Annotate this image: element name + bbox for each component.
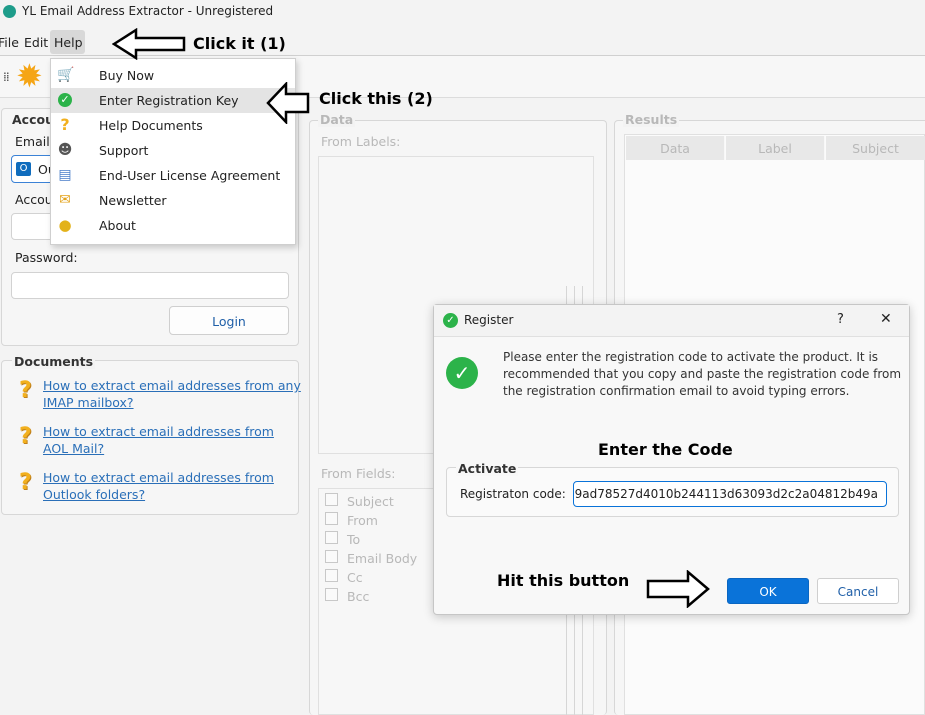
success-check-icon: ✓ xyxy=(446,357,478,389)
menu-item-about[interactable]: ● About xyxy=(51,213,295,238)
field-checkbox-from[interactable] xyxy=(325,512,338,525)
account-group-title: Accou xyxy=(12,112,54,127)
field-checkbox-subject[interactable] xyxy=(325,493,338,506)
field-checkbox-to[interactable] xyxy=(325,531,338,544)
password-label: Password: xyxy=(15,250,78,265)
registration-code-input[interactable]: b09ad78527d4010b244113d63093d2c2a04812b4… xyxy=(573,481,887,507)
annotation-arrow-left-icon xyxy=(112,28,186,60)
annotation-enter-code: Enter the Code xyxy=(598,440,733,459)
newsletter-icon: ✉ xyxy=(59,192,71,208)
gear-icon[interactable]: ✹ xyxy=(16,58,43,94)
annotation-arrow-right-icon xyxy=(646,570,710,608)
field-label-to: To xyxy=(347,532,361,547)
ok-button[interactable]: OK xyxy=(727,578,809,604)
registration-code-label: Registraton code: xyxy=(460,487,566,501)
question-icon: ? xyxy=(19,424,32,449)
field-label-subject: Subject xyxy=(347,494,394,509)
app-logo-icon xyxy=(3,5,16,18)
results-title: Results xyxy=(623,112,680,127)
info-icon: ● xyxy=(58,216,72,234)
question-icon: ? xyxy=(19,470,32,495)
annotation-arrow-left-icon xyxy=(266,82,310,124)
data-title: Data xyxy=(318,112,356,127)
from-labels-label: From Labels: xyxy=(321,134,401,149)
field-checkbox-body[interactable] xyxy=(325,550,338,563)
menu-file[interactable]: File xyxy=(0,35,19,50)
toolbar-grip-icon[interactable]: ⁞⁞ xyxy=(3,70,10,84)
menu-item-support[interactable]: ☻ Support xyxy=(51,138,295,163)
license-icon: ▤ xyxy=(58,167,72,183)
field-label-bcc: Bcc xyxy=(347,589,370,604)
field-checkbox-cc[interactable] xyxy=(325,569,338,582)
annotation-hit-button: Hit this button xyxy=(497,571,630,590)
outlook-icon: O xyxy=(16,162,31,176)
field-label-cc: Cc xyxy=(347,570,363,585)
doc-link-imap[interactable]: How to extract email addresses from any … xyxy=(43,377,301,411)
menu-item-enter-registration-key[interactable]: ✓ Enter Registration Key xyxy=(51,88,295,113)
results-col-subject[interactable]: Subject xyxy=(826,136,925,160)
password-input[interactable] xyxy=(11,272,289,299)
question-icon: ? xyxy=(60,115,70,134)
dialog-close-button[interactable]: ✕ xyxy=(880,311,892,327)
menu-help[interactable]: Help xyxy=(50,30,85,54)
support-icon: ☻ xyxy=(57,142,73,158)
login-button[interactable]: Login xyxy=(169,306,289,335)
dialog-help-button[interactable]: ? xyxy=(837,312,844,327)
check-circle-icon: ✓ xyxy=(58,93,72,107)
menu-item-buy-now[interactable]: 🛒 Buy Now xyxy=(51,63,295,88)
dialog-message: Please enter the registration code to ac… xyxy=(503,350,902,398)
menu-item-newsletter[interactable]: ✉ Newsletter xyxy=(51,188,295,213)
account-label: Accou xyxy=(15,192,53,207)
menu-edit[interactable]: Edit xyxy=(24,35,48,50)
question-icon: ? xyxy=(19,378,32,403)
field-label-body: Email Body xyxy=(347,551,418,566)
results-col-label[interactable]: Label xyxy=(726,136,825,160)
register-dialog: ✓ Register ? ✕ ✓ Please enter the regist… xyxy=(433,304,910,615)
cart-icon: 🛒 xyxy=(57,67,75,83)
menu-item-eula[interactable]: ▤ End-User License Agreement xyxy=(51,163,295,188)
menu-item-help-documents[interactable]: ? Help Documents xyxy=(51,113,295,138)
doc-link-aol[interactable]: How to extract email addresses from AOL … xyxy=(43,423,274,457)
help-dropdown-menu: 🛒 Buy Now ✓ Enter Registration Key ? Hel… xyxy=(50,58,296,245)
field-checkbox-bcc[interactable] xyxy=(325,588,338,601)
from-fields-label: From Fields: xyxy=(321,466,396,481)
cancel-button[interactable]: Cancel xyxy=(817,578,899,604)
field-label-from: From xyxy=(347,513,378,528)
activate-group-title: Activate xyxy=(456,461,519,476)
check-circle-icon: ✓ xyxy=(443,313,458,328)
annotation-click-it: Click it (1) xyxy=(193,34,286,53)
documents-title: Documents xyxy=(12,354,96,369)
email-label: Email xyxy=(15,134,50,149)
window-title: YL Email Address Extractor - Unregistere… xyxy=(22,4,274,18)
doc-link-outlook[interactable]: How to extract email addresses from Outl… xyxy=(43,469,274,503)
dialog-title: Register xyxy=(464,313,514,327)
results-col-data[interactable]: Data xyxy=(626,136,725,160)
annotation-click-this: Click this (2) xyxy=(319,89,433,108)
